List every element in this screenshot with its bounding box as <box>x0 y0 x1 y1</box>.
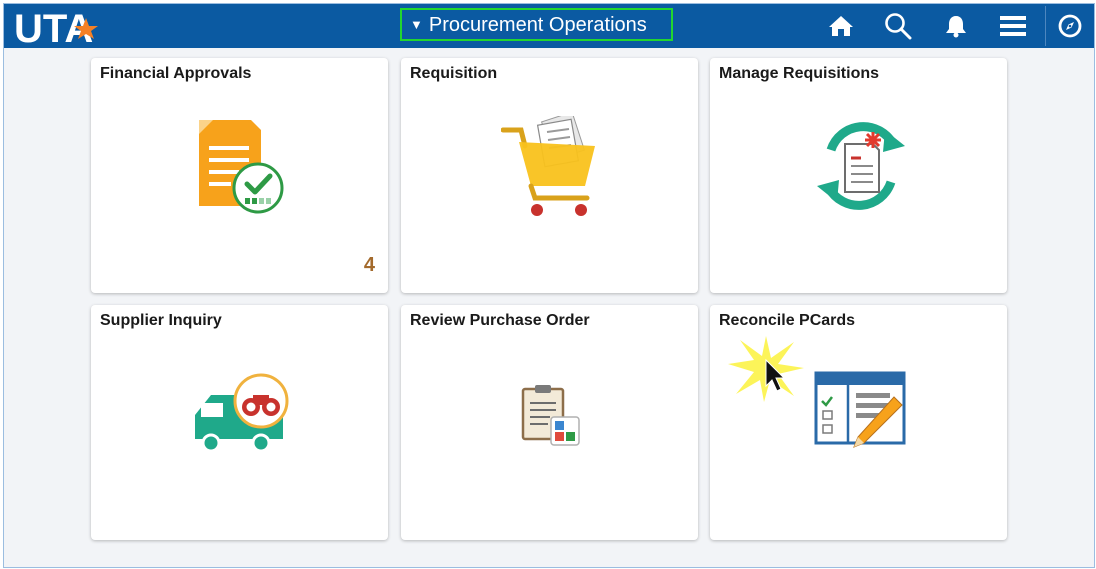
app-frame: UTA ▼ Procurement Operations Financial A… <box>3 3 1095 568</box>
actions-menu-button[interactable] <box>998 12 1028 40</box>
menu-icon <box>1000 16 1026 36</box>
caret-down-icon: ▼ <box>410 17 423 32</box>
refresh-document-icon <box>817 122 905 210</box>
notifications-button[interactable] <box>941 12 971 40</box>
page-title-text: Procurement Operations <box>428 14 647 36</box>
approval-document-icon <box>199 120 284 214</box>
tile-requisition[interactable]: Requisition <box>401 58 698 293</box>
top-banner: UTA ▼ Procurement Operations <box>4 4 1094 48</box>
tile-reconcile-pcards[interactable]: Reconcile PCards <box>710 305 1007 540</box>
search-icon <box>885 13 912 40</box>
tile-supplier-inquiry[interactable]: Supplier Inquiry <box>91 305 388 540</box>
approval-count-badge: 4 <box>363 254 375 276</box>
uta-logo[interactable]: UTA <box>12 6 112 46</box>
clipboard-icon <box>521 385 580 446</box>
tile-title: Reconcile PCards <box>719 312 856 329</box>
navbar-compass-icon <box>1058 14 1082 38</box>
truck-binoculars-icon <box>195 373 289 453</box>
tile-title: Requisition <box>410 65 498 82</box>
shopping-cart-icon <box>501 116 595 216</box>
home-button[interactable] <box>826 12 856 40</box>
navbar-button[interactable] <box>1055 12 1085 40</box>
tile-title: Review Purchase Order <box>410 312 590 329</box>
tile-financial-approvals[interactable]: Financial Approvals 4 <box>91 58 388 293</box>
tile-title: Financial Approvals <box>100 65 252 82</box>
tile-title: Supplier Inquiry <box>100 312 222 329</box>
form-pencil-icon <box>814 371 906 448</box>
notifications-icon <box>946 16 966 38</box>
tile-review-purchase-order[interactable]: Review Purchase Order <box>401 305 698 540</box>
navbar-divider <box>1045 6 1046 46</box>
tile-manage-requisitions[interactable]: Manage Requisitions <box>710 58 1007 293</box>
tile-title: Manage Requisitions <box>719 65 880 82</box>
page-title-dropdown[interactable]: ▼ Procurement Operations <box>400 8 673 41</box>
search-button[interactable] <box>883 12 913 40</box>
home-icon <box>829 16 853 36</box>
